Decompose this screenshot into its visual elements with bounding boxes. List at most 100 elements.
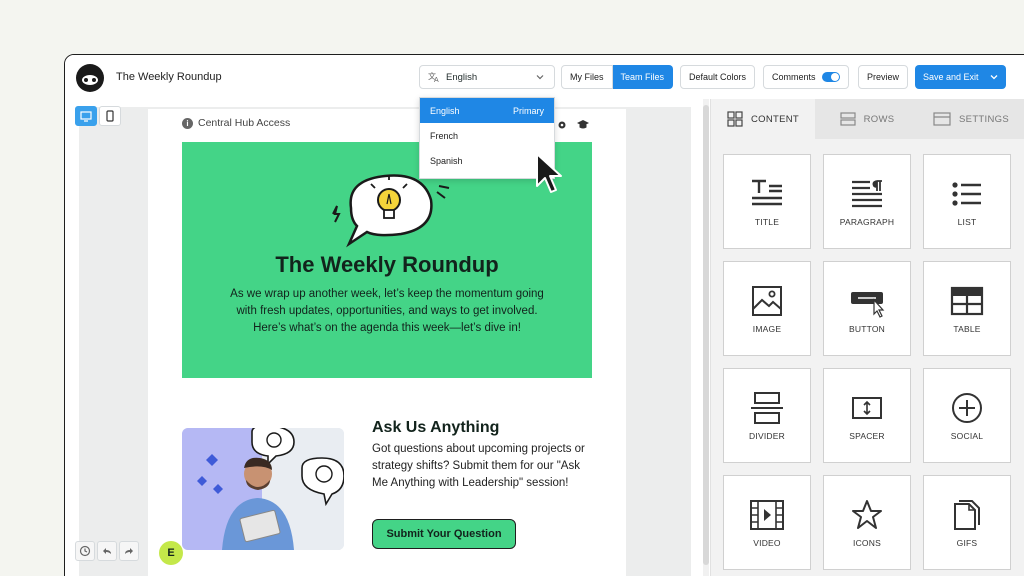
primary-badge: Primary — [513, 105, 544, 116]
desktop-view-button[interactable] — [75, 106, 97, 126]
block-divider[interactable]: DIVIDER — [723, 368, 811, 463]
block-label: PARAGRAPH — [839, 216, 895, 227]
block-paragraph[interactable]: PARAGRAPH — [823, 154, 911, 249]
paragraph-icon — [852, 179, 882, 207]
table-icon — [950, 286, 984, 315]
content-panel: CONTENT ROWS SETTINGS TITLE PARAGRAPH LI… — [710, 99, 1024, 576]
language-option-french[interactable]: French — [420, 123, 554, 148]
block-label: DIVIDER — [749, 430, 785, 441]
block-label: TITLE — [754, 216, 780, 227]
undo-icon — [103, 548, 111, 554]
language-select[interactable]: 文 A English — [419, 65, 555, 89]
content-block-grid: TITLE PARAGRAPH LIST IMAGE BUTTON TABLE — [723, 154, 1011, 570]
language-option-spanish[interactable]: Spanish — [420, 148, 554, 173]
history-tools — [75, 541, 139, 561]
svg-text:A: A — [434, 77, 439, 83]
block-gifs[interactable]: GIFS — [923, 475, 1011, 570]
tab-label: SETTINGS — [959, 113, 1009, 125]
block-video[interactable]: VIDEO — [723, 475, 811, 570]
comments-label: Comments — [772, 72, 816, 82]
block-label: SOCIAL — [950, 430, 984, 441]
canvas-scrollbar-thumb[interactable] — [703, 105, 709, 565]
submit-question-button[interactable]: Submit Your Question — [372, 519, 516, 549]
files-toggle: My Files Team Files — [561, 65, 674, 89]
app-logo-icon — [76, 64, 104, 92]
tab-settings[interactable]: SETTINGS — [919, 99, 1023, 139]
editor-window: The Weekly Roundup 文 A English My Files … — [64, 54, 1024, 576]
tab-content[interactable]: CONTENT — [711, 99, 815, 139]
comments-toggle[interactable] — [821, 72, 840, 82]
desktop-icon — [80, 110, 92, 122]
redo-icon — [125, 548, 133, 554]
hero-body: As we wrap up another week, let’s keep t… — [230, 288, 544, 334]
chevron-down-icon[interactable] — [990, 73, 998, 81]
redo-button[interactable] — [119, 541, 139, 561]
block-label: SPACER — [849, 430, 885, 441]
block-table[interactable]: TABLE — [923, 261, 1011, 356]
chevron-down-icon — [536, 75, 544, 80]
undo-button[interactable] — [97, 541, 117, 561]
email-preheader: i Central Hub Access — [182, 117, 290, 129]
ask-body: Got questions about upcoming projects or… — [372, 443, 585, 489]
translate-icon: 文 A — [428, 71, 439, 83]
block-icons[interactable]: ICONS — [823, 475, 911, 570]
panel-tabs: CONTENT ROWS SETTINGS — [711, 99, 1024, 139]
list-icon — [952, 181, 981, 206]
info-icon: i — [182, 117, 193, 129]
block-image[interactable]: IMAGE — [723, 261, 811, 356]
block-label: TABLE — [953, 323, 981, 334]
language-option-label: French — [430, 130, 459, 141]
block-label: ICONS — [853, 537, 881, 548]
graduation-cap-icon[interactable] — [576, 119, 590, 131]
language-value: English — [446, 71, 478, 83]
language-option-english[interactable]: English Primary — [420, 98, 554, 123]
language-option-label: English — [430, 105, 460, 116]
my-files-button[interactable]: My Files — [561, 65, 613, 89]
ask-title: Ask Us Anything — [372, 419, 500, 436]
history-icon — [79, 545, 91, 557]
save-and-exit-label: Save and Exit — [923, 72, 979, 82]
block-spacer[interactable]: SPACER — [823, 368, 911, 463]
save-and-exit-button[interactable]: Save and Exit — [915, 65, 1006, 89]
spacer-icon — [852, 396, 882, 419]
star-icon — [852, 499, 882, 529]
preheader-text: Central Hub Access — [198, 117, 291, 129]
rows-icon — [840, 112, 856, 126]
device-toggle — [75, 106, 121, 126]
block-label: GIFS — [956, 537, 978, 548]
settings-layout-icon — [933, 112, 951, 126]
preview-button[interactable]: Preview — [858, 65, 909, 89]
top-bar: The Weekly Roundup 文 A English My Files … — [65, 55, 1024, 99]
tab-label: CONTENT — [750, 113, 799, 125]
block-button[interactable]: BUTTON — [823, 261, 911, 356]
team-files-button[interactable]: Team Files — [612, 65, 674, 89]
block-label: BUTTON — [849, 323, 885, 334]
block-list[interactable]: LIST — [923, 154, 1011, 249]
block-title[interactable]: TITLE — [723, 154, 811, 249]
hero-title: The Weekly Roundup — [275, 252, 499, 277]
settings-gear-icon[interactable] — [556, 119, 568, 131]
mobile-view-button[interactable] — [99, 106, 121, 126]
leadership-photo[interactable] — [182, 428, 344, 550]
block-label: LIST — [957, 216, 977, 227]
block-label: VIDEO — [753, 537, 781, 548]
history-button[interactable] — [75, 541, 95, 561]
gif-file-icon — [954, 499, 980, 530]
tab-label: ROWS — [863, 113, 895, 125]
block-label: IMAGE — [752, 323, 782, 334]
default-colors-button[interactable]: Default Colors — [680, 65, 756, 89]
plus-circle-icon — [952, 392, 982, 423]
block-social[interactable]: SOCIAL — [923, 368, 1011, 463]
comments-button[interactable]: Comments — [763, 65, 849, 89]
divider-icon — [751, 391, 783, 424]
grid-icon — [727, 111, 743, 127]
image-icon — [752, 285, 782, 316]
document-title: The Weekly Roundup — [116, 71, 222, 83]
mobile-icon — [106, 110, 114, 122]
button-icon — [851, 291, 885, 318]
video-icon — [750, 499, 784, 530]
tab-rows[interactable]: ROWS — [815, 99, 919, 139]
mouse-cursor-icon — [536, 153, 562, 193]
language-option-label: Spanish — [430, 155, 463, 166]
user-avatar[interactable]: E — [159, 541, 183, 565]
